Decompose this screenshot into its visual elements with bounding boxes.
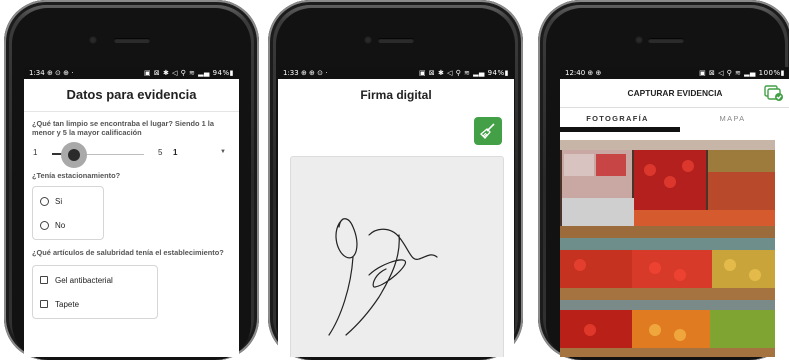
- status-time: 1:33: [283, 69, 299, 77]
- slider-min-label: 1: [33, 148, 38, 157]
- status-notification-icons: ⊕ ⊙ ⊕ ·: [46, 69, 74, 77]
- status-bar: 1:34 ⊕ ⊙ ⊕ · ▣ ⊠ ✱ ◁ ⚲ ≋ ▂▄ 94%▮: [24, 67, 239, 79]
- status-battery: 94%: [487, 69, 505, 77]
- checkbox-label: Tapete: [55, 299, 80, 309]
- checkbox-option-tapete[interactable]: Tapete: [33, 292, 157, 316]
- front-camera: [364, 36, 372, 44]
- screen-capturar-evidencia: 12:40 ⊕ ⊕ ▣ ⊠ ◁ ⚲ ≋ ▂▄ 100%▮ CAPTURAR EV…: [560, 67, 789, 357]
- checkbox-icon[interactable]: [40, 276, 48, 284]
- signature-pad[interactable]: [290, 156, 504, 357]
- earpiece-speaker: [377, 38, 414, 43]
- radio-circle-icon[interactable]: [40, 220, 49, 230]
- screen-firma-digital: 1:33 ⊕ ⊕ ⊙ · ▣ ⊠ ✱ ◁ ⚲ ≋ ▂▄ 94%▮ Firma d…: [278, 67, 514, 357]
- checkbox-option-gel[interactable]: Gel antibacterial: [33, 268, 157, 292]
- clear-signature-button[interactable]: [474, 117, 502, 145]
- phone-frame-1: 1:34 ⊕ ⊙ ⊕ · ▣ ⊠ ✱ ◁ ⚲ ≋ ▂▄ 94%▮ Datos p…: [4, 0, 259, 360]
- rating-select-value[interactable]: 1: [173, 148, 177, 157]
- tab-mapa[interactable]: MAPA: [675, 108, 789, 130]
- active-tab-indicator: [560, 127, 680, 132]
- produce-photo-illustration: [560, 140, 775, 357]
- status-bar: 12:40 ⊕ ⊕ ▣ ⊠ ◁ ⚲ ≋ ▂▄ 100%▮: [560, 67, 789, 79]
- status-time: 12:40: [565, 69, 586, 77]
- status-bar: 1:33 ⊕ ⊕ ⊙ · ▣ ⊠ ✱ ◁ ⚲ ≋ ▂▄ 94%▮: [278, 67, 514, 79]
- screen-datos-evidencia: 1:34 ⊕ ⊙ ⊕ · ▣ ⊠ ✱ ◁ ⚲ ≋ ▂▄ 94%▮ Datos p…: [24, 67, 239, 357]
- slider-thumb[interactable]: [68, 149, 80, 161]
- status-notification-icons: ⊕ ⊕: [587, 69, 602, 77]
- phone-frame-2: 1:33 ⊕ ⊕ ⊙ · ▣ ⊠ ✱ ◁ ⚲ ≋ ▂▄ 94%▮ Firma d…: [268, 0, 523, 360]
- rating-slider[interactable]: 1 5 1 ▼: [24, 137, 239, 171]
- captured-photo: [560, 140, 775, 357]
- page-title: CAPTURAR EVIDENCIA: [627, 88, 723, 98]
- hygiene-checkbox-group: Gel antibacterial Tapete: [32, 265, 158, 319]
- signature-stroke: [328, 218, 438, 336]
- slider-max-label: 5: [158, 148, 163, 157]
- earpiece-speaker: [647, 38, 684, 43]
- page-title: Datos para evidencia: [24, 79, 239, 112]
- earpiece-speaker: [113, 38, 150, 43]
- dropdown-caret-icon[interactable]: ▼: [220, 149, 226, 155]
- checkbox-icon[interactable]: [40, 300, 48, 308]
- front-camera: [635, 36, 643, 44]
- gallery-check-icon[interactable]: [764, 84, 784, 102]
- front-camera: [89, 36, 97, 44]
- radio-label: Si: [55, 196, 63, 206]
- radio-circle-icon[interactable]: [40, 196, 49, 206]
- radio-option-si[interactable]: Si: [33, 189, 103, 213]
- parking-radio-group: Si No: [32, 186, 104, 240]
- status-notification-icons: ⊕ ⊕ ⊙ ·: [300, 69, 328, 77]
- status-battery: 94%: [212, 69, 230, 77]
- app-header: CAPTURAR EVIDENCIA: [560, 79, 789, 108]
- page-title: Firma digital: [360, 88, 432, 102]
- status-time: 1:34: [29, 69, 45, 77]
- radio-option-no[interactable]: No: [33, 213, 103, 237]
- question-parking: ¿Tenía estacionamiento?: [32, 171, 121, 180]
- question-cleanliness: ¿Qué tan limpio se encontraba el lugar? …: [32, 119, 214, 137]
- question-hygiene-items: ¿Qué artículos de salubridad tenía el es…: [32, 248, 224, 257]
- status-battery: 100%: [758, 69, 781, 77]
- checkbox-label: Gel antibacterial: [55, 275, 113, 285]
- radio-label: No: [55, 220, 66, 230]
- broom-icon: [480, 123, 495, 139]
- phone-frame-3: 12:40 ⊕ ⊕ ▣ ⊠ ◁ ⚲ ≋ ▂▄ 100%▮ CAPTURAR EV…: [538, 0, 789, 360]
- tab-bar: FOTOGRAFÍA MAPA: [560, 108, 789, 132]
